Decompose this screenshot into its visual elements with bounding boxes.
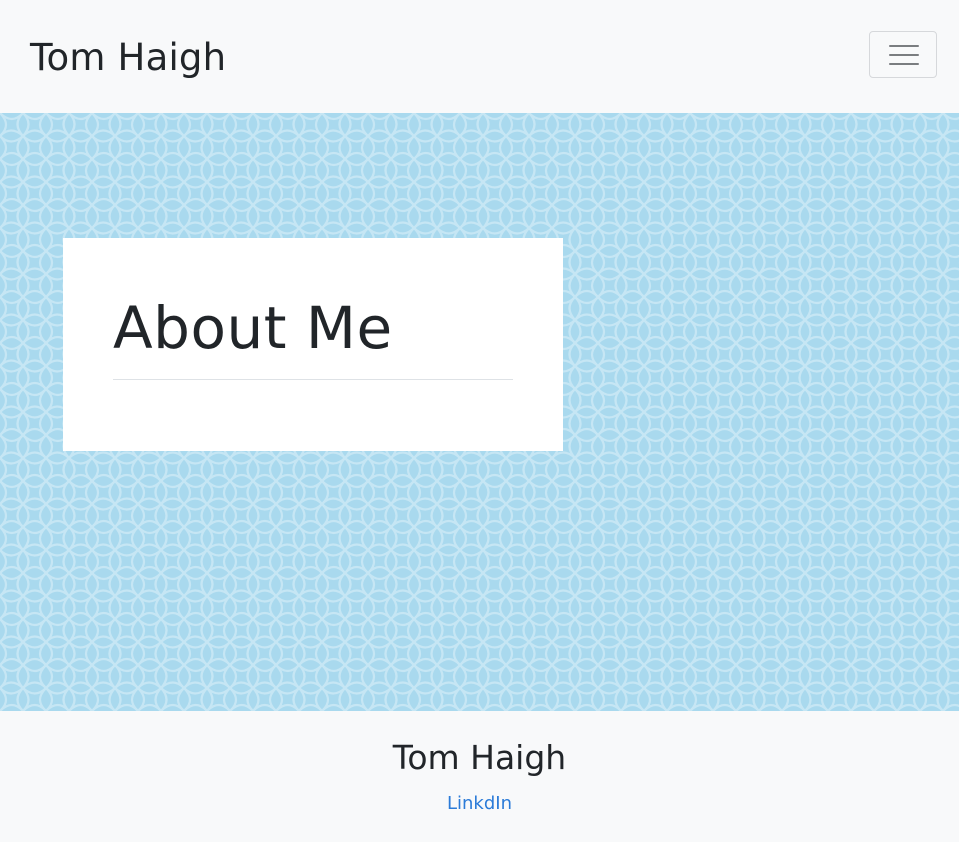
navbar-toggler-button[interactable] [869,31,937,78]
hamburger-bar [889,63,919,65]
navbar: Tom Haigh [0,0,959,113]
linkedin-link[interactable]: LinkdIn [0,791,959,817]
divider [113,379,513,380]
footer-name: Tom Haigh [392,738,567,777]
page-title: About Me [113,294,393,362]
about-card: About Me [63,238,563,451]
hero-section: About Me [0,113,959,711]
hamburger-bar [889,54,919,56]
hamburger-bar [889,45,919,47]
navbar-brand[interactable]: Tom Haigh [30,34,226,82]
footer: Tom Haigh LinkdIn [0,711,959,842]
